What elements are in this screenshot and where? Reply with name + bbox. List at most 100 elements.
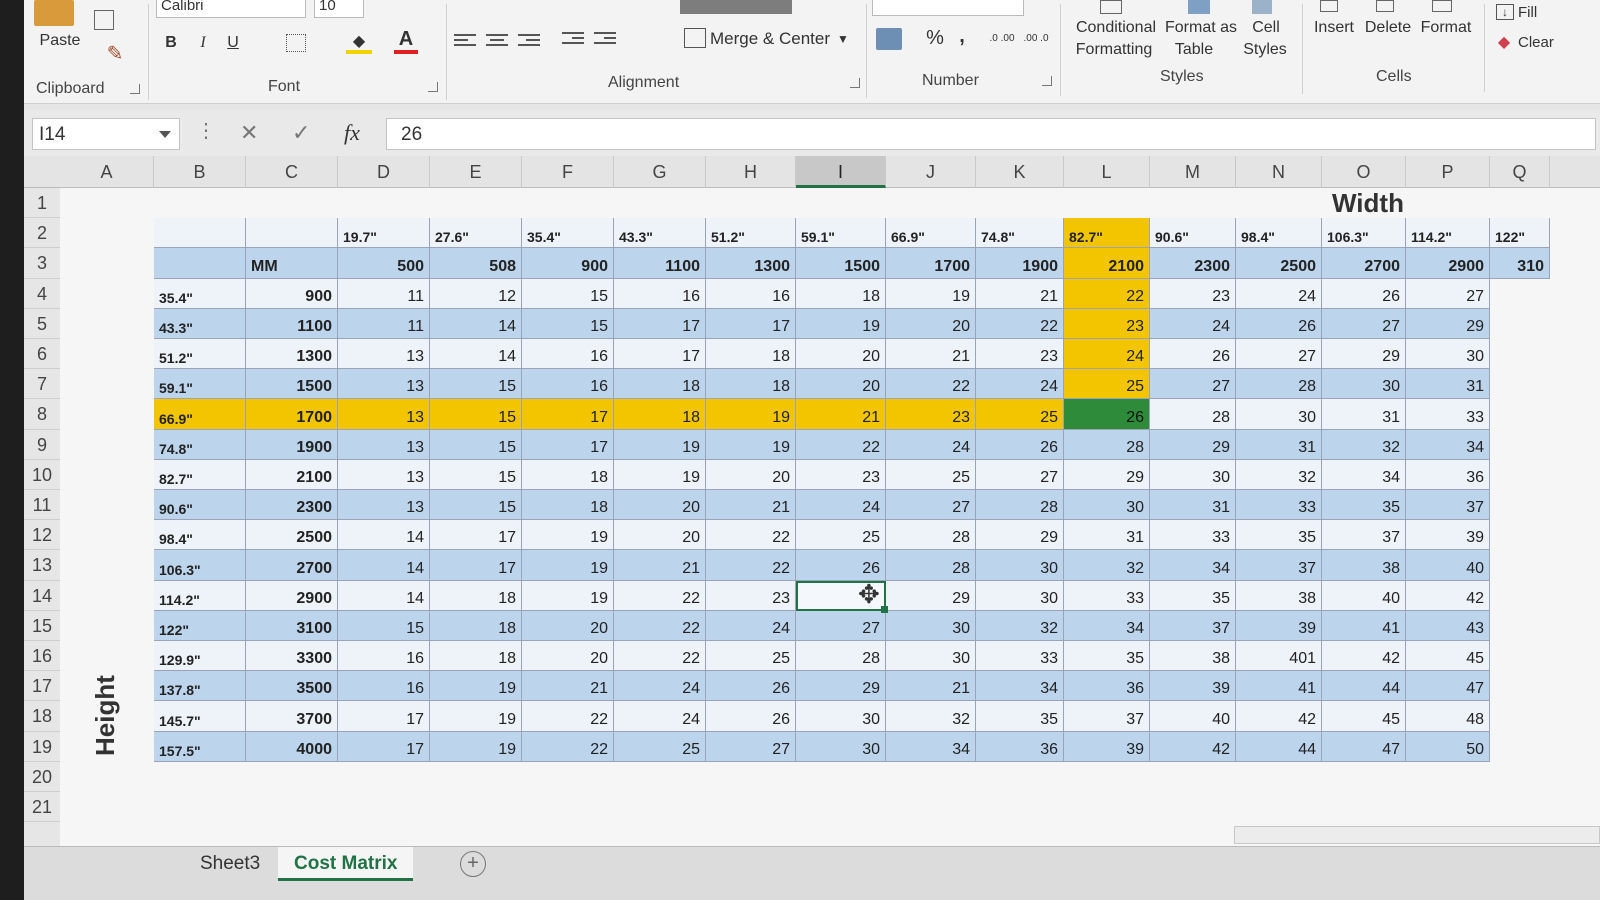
matrix-cell[interactable]: 17 xyxy=(614,308,706,339)
matrix-cell[interactable]: 27 xyxy=(706,731,796,762)
bold-button[interactable]: B xyxy=(160,32,182,54)
width-mm-header[interactable]: 2300 xyxy=(1150,248,1236,279)
matrix-cell[interactable]: 24 xyxy=(976,369,1064,400)
matrix-cell[interactable]: 24 xyxy=(706,610,796,641)
matrix-cell[interactable]: 33 xyxy=(1064,580,1150,611)
column-header-n[interactable]: N xyxy=(1236,156,1322,188)
matrix-cell[interactable]: 20 xyxy=(522,610,614,641)
width-mm-header[interactable]: 2900 xyxy=(1406,248,1490,279)
matrix-cell[interactable]: 27 xyxy=(1150,369,1236,400)
height-mm-label[interactable]: 1700 xyxy=(246,399,338,430)
matrix-cell[interactable]: 50 xyxy=(1406,731,1490,762)
merge-center-button[interactable]: Merge & Center xyxy=(710,28,830,50)
matrix-cell[interactable]: 23 xyxy=(1064,308,1150,339)
width-mm-header[interactable]: 1500 xyxy=(796,248,886,279)
matrix-cell[interactable]: 23 xyxy=(796,459,886,490)
row-header-1[interactable]: 1 xyxy=(24,188,60,219)
row-header-11[interactable]: 11 xyxy=(24,490,60,521)
matrix-cell[interactable]: 30 xyxy=(1406,339,1490,370)
matrix-cell[interactable]: 35 xyxy=(1064,641,1150,672)
row-header-4[interactable]: 4 xyxy=(24,279,60,309)
matrix-cell[interactable]: 19 xyxy=(522,520,614,551)
matrix-cell[interactable]: 30 xyxy=(886,641,976,672)
matrix-cell[interactable]: 25 xyxy=(886,459,976,490)
matrix-cell[interactable]: 33 xyxy=(1150,520,1236,551)
matrix-cell[interactable]: 17 xyxy=(338,701,430,732)
paste-icon[interactable] xyxy=(34,0,74,26)
matrix-cell[interactable]: 27 xyxy=(1406,278,1490,309)
matrix-cell[interactable]: 23 xyxy=(976,339,1064,370)
width-inch-header[interactable]: 114.2" xyxy=(1406,218,1490,249)
height-mm-label[interactable]: 3700 xyxy=(246,701,338,732)
row-header-12[interactable]: 12 xyxy=(24,520,60,551)
width-mm-header[interactable]: 310 xyxy=(1490,248,1550,279)
matrix-cell[interactable]: 15 xyxy=(522,278,614,309)
matrix-cell[interactable]: 39 xyxy=(1064,731,1150,762)
matrix-cell[interactable]: 16 xyxy=(522,369,614,400)
height-inch-label[interactable]: 106.3" xyxy=(154,550,246,581)
row-header-6[interactable]: 6 xyxy=(24,339,60,370)
add-sheet-button[interactable]: + xyxy=(460,851,486,877)
matrix-cell[interactable]: 12 xyxy=(430,278,522,309)
matrix-cell[interactable]: 35 xyxy=(1150,580,1236,611)
format-as-table-label[interactable]: Format as xyxy=(1164,18,1238,38)
width-inch-header[interactable]: 59.1" xyxy=(796,218,886,249)
matrix-cell[interactable]: 20 xyxy=(614,490,706,521)
matrix-cell[interactable]: 16 xyxy=(338,671,430,702)
matrix-cell[interactable]: 40 xyxy=(1322,580,1406,611)
matrix-cell[interactable]: 32 xyxy=(976,610,1064,641)
row-header-19[interactable]: 19 xyxy=(24,732,60,762)
insert-icon[interactable] xyxy=(1320,0,1338,12)
matrix-cell[interactable]: 13 xyxy=(338,339,430,370)
matrix-cell[interactable]: 26 xyxy=(976,429,1064,460)
italic-button[interactable]: I xyxy=(192,32,214,54)
matrix-cell[interactable]: 29 xyxy=(1150,429,1236,460)
percent-button[interactable]: % xyxy=(924,26,946,50)
matrix-cell[interactable]: 45 xyxy=(1406,641,1490,672)
column-header-g[interactable]: G xyxy=(614,156,706,188)
matrix-cell[interactable]: 35 xyxy=(976,701,1064,732)
matrix-cell[interactable]: 29 xyxy=(976,520,1064,551)
matrix-cell[interactable]: 18 xyxy=(706,369,796,400)
matrix-cell[interactable]: 29 xyxy=(1064,459,1150,490)
matrix-cell[interactable]: 39 xyxy=(1406,520,1490,551)
matrix-cell[interactable]: 34 xyxy=(886,731,976,762)
width-inch-header[interactable]: 27.6" xyxy=(430,218,522,249)
matrix-cell[interactable]: 24 xyxy=(1064,339,1150,370)
matrix-cell[interactable]: 37 xyxy=(1150,610,1236,641)
matrix-cell[interactable]: 25 xyxy=(706,641,796,672)
cell-styles-label-2[interactable]: Styles xyxy=(1238,40,1292,60)
matrix-cell[interactable]: 34 xyxy=(1064,610,1150,641)
width-inch-header[interactable]: 51.2" xyxy=(706,218,796,249)
matrix-cell[interactable]: 36 xyxy=(1406,459,1490,490)
height-inch-label[interactable]: 98.4" xyxy=(154,520,246,551)
number-format-combo[interactable] xyxy=(872,0,1024,16)
height-title[interactable]: Height xyxy=(90,675,121,756)
column-header-e[interactable]: E xyxy=(430,156,522,188)
matrix-cell[interactable]: 19 xyxy=(796,308,886,339)
column-header-c[interactable]: C xyxy=(246,156,338,188)
matrix-cell[interactable]: 16 xyxy=(706,278,796,309)
matrix-cell[interactable]: 30 xyxy=(1064,490,1150,521)
width-mm-header[interactable]: 2500 xyxy=(1236,248,1322,279)
confirm-edit-button[interactable]: ✓ xyxy=(292,120,310,146)
row-header-2[interactable]: 2 xyxy=(24,218,60,249)
matrix-cell[interactable]: 17 xyxy=(614,339,706,370)
matrix-cell[interactable]: 34 xyxy=(1150,550,1236,581)
width-inch-header[interactable]: 90.6" xyxy=(1150,218,1236,249)
matrix-cell[interactable]: 42 xyxy=(1406,580,1490,611)
matrix-cell[interactable]: 24 xyxy=(614,671,706,702)
decrease-decimal-button[interactable]: .00 .0 xyxy=(1022,28,1050,48)
matrix-cell[interactable]: 21 xyxy=(706,490,796,521)
matrix-cell[interactable]: 27 xyxy=(1322,308,1406,339)
matrix-cell[interactable]: 27 xyxy=(976,459,1064,490)
matrix-cell[interactable]: 28 xyxy=(796,641,886,672)
matrix-cell[interactable]: 22 xyxy=(976,308,1064,339)
matrix-cell[interactable]: 29 xyxy=(796,671,886,702)
matrix-cell[interactable]: 26 xyxy=(706,701,796,732)
matrix-cell[interactable]: 13 xyxy=(338,490,430,521)
matrix-cell[interactable]: 44 xyxy=(1322,671,1406,702)
matrix-cell[interactable]: 11 xyxy=(338,278,430,309)
height-inch-label[interactable]: 145.7" xyxy=(154,701,246,732)
matrix-cell[interactable]: 25 xyxy=(976,399,1064,430)
